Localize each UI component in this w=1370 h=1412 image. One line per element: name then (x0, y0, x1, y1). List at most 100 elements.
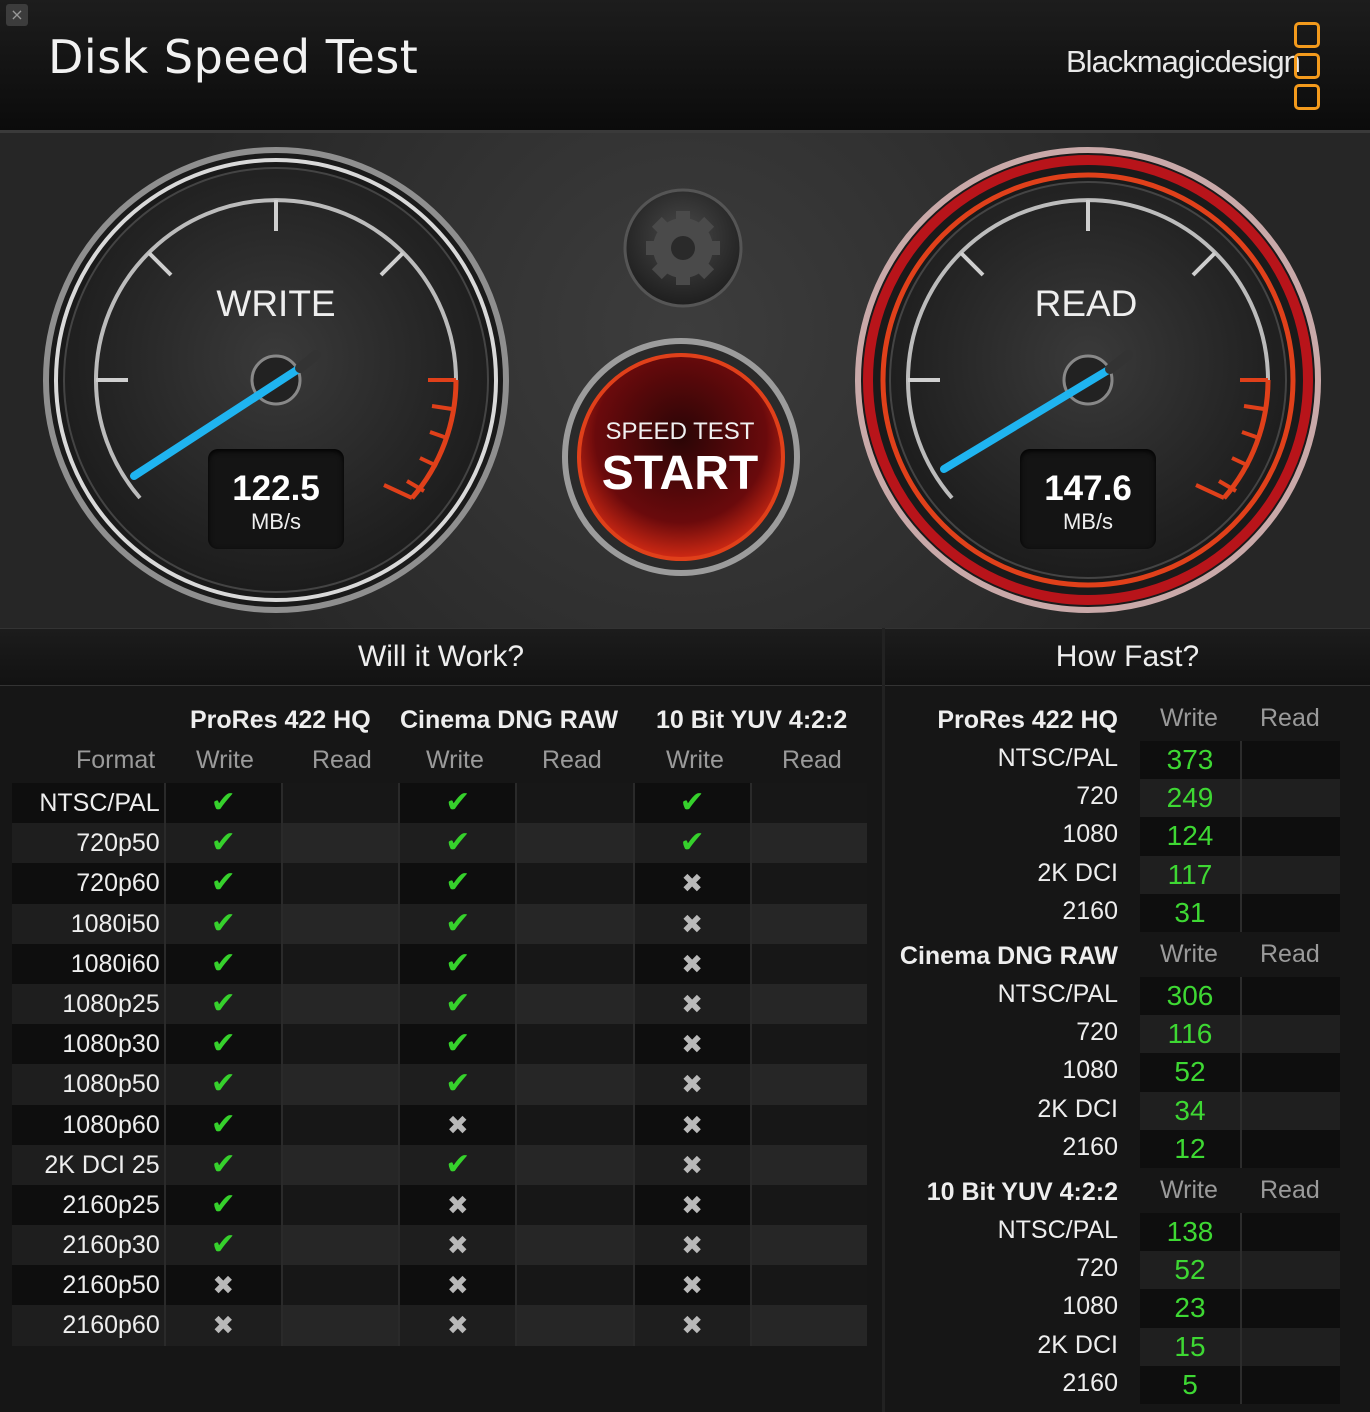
write-result-cell: ✖ (163, 1305, 281, 1346)
read-result-cell (280, 1064, 399, 1105)
read-result-cell (749, 983, 868, 1025)
how-fast-heading: How Fast? (885, 628, 1370, 686)
read-result-cell (515, 823, 633, 864)
cross-icon: ✖ (681, 989, 704, 1020)
brand-name: Blackmagicdesign (1066, 44, 1301, 79)
dng-read-header: Read (542, 746, 602, 774)
table-row: 2160p50 ✖ ✖ ✖ (12, 1265, 868, 1306)
table-row: 23 (1140, 1289, 1340, 1328)
write-result-cell: ✔ (163, 823, 281, 864)
start-button-label[interactable]: START (580, 446, 780, 501)
write-result-cell: ✔ (398, 783, 515, 824)
table-row: 138 (1140, 1213, 1340, 1252)
fps-write-value: 5 (1182, 1368, 1198, 1400)
format-label: 2160p50 (62, 1271, 160, 1300)
read-result-cell (515, 903, 633, 944)
table-row: 15 (1140, 1327, 1340, 1366)
format-label: 1080p60 (62, 1110, 160, 1139)
read-result-cell (280, 863, 399, 904)
title-bar: × Disk Speed Test Blackmagicdesign (0, 0, 1370, 133)
fps-read-value (1240, 1213, 1340, 1252)
resolution-label: 1080 (1062, 1056, 1118, 1085)
write-result-cell: ✖ (398, 1265, 515, 1306)
fps-read-value (1240, 855, 1340, 894)
table-row: 306 (1140, 977, 1340, 1016)
write-result-cell: ✔ (163, 903, 281, 944)
table-row: 2160p60 ✖ ✖ ✖ (12, 1305, 868, 1346)
checkmark-icon: ✔ (445, 785, 471, 820)
fps-write-value: 117 (1167, 858, 1213, 890)
checkmark-icon: ✔ (679, 785, 705, 820)
checkmark-icon: ✔ (445, 905, 471, 941)
format-column-header: Format (76, 746, 156, 774)
how-fast-codec-title: Cinema DNG RAW (899, 942, 1118, 970)
format-label: 1080i50 (70, 909, 160, 938)
fps-read-value (1240, 893, 1340, 932)
cross-icon: ✖ (446, 1110, 469, 1141)
write-result-cell: ✖ (632, 1024, 750, 1065)
write-result-cell: ✖ (632, 1305, 750, 1346)
resolution-label: 720 (1076, 1254, 1118, 1283)
write-result-cell: ✖ (632, 1225, 750, 1266)
table-row: 373 (1140, 741, 1340, 780)
how-fast-values: 306 116 52 34 12 (1140, 977, 1340, 1168)
resolution-label: 2K DCI (1037, 858, 1118, 887)
table-row: 1080p60 ✔ ✖ ✖ (12, 1104, 868, 1145)
cross-icon: ✖ (681, 1311, 704, 1342)
blackmagic-logo-icon (1294, 22, 1320, 110)
cross-icon: ✖ (681, 909, 704, 940)
read-result-cell (280, 823, 399, 864)
how-fast-values: 138 52 23 15 5 (1140, 1213, 1340, 1404)
fps-write-value: 15 (1174, 1330, 1206, 1362)
fps-read-value (1240, 741, 1340, 780)
write-result-cell: ✖ (632, 863, 750, 904)
fps-write-value: 23 (1174, 1292, 1206, 1324)
table-row: 1080p50 ✔ ✔ ✖ (12, 1064, 868, 1105)
read-result-cell (749, 1024, 868, 1065)
write-speed-readout: 122.5 MB/s (208, 449, 344, 549)
table-row: 34 (1140, 1091, 1340, 1130)
fps-read-value (1240, 1053, 1340, 1092)
how-fast-write-header: Write (1160, 940, 1218, 968)
table-row: 1080p30 ✔ ✔ ✖ (12, 1024, 868, 1065)
fps-write-value: 249 (1166, 782, 1214, 814)
read-result-cell (749, 1305, 868, 1346)
table-row: 5 (1140, 1365, 1340, 1404)
resolution-label: NTSC/PAL (997, 980, 1118, 1008)
read-result-cell (515, 1024, 633, 1065)
write-result-cell: ✖ (398, 1225, 515, 1266)
start-button-caption[interactable]: SPEED TEST (580, 418, 780, 446)
read-result-cell (749, 823, 868, 864)
table-row: 249 (1140, 779, 1340, 818)
how-fast-write-header: Write (1160, 704, 1218, 732)
checkmark-icon: ✔ (210, 1066, 236, 1102)
table-row: 117 (1140, 855, 1340, 894)
cross-icon: ✖ (681, 869, 704, 900)
cross-icon: ✖ (446, 1231, 469, 1262)
read-speed-unit: MB/s (1062, 509, 1114, 534)
cross-icon: ✖ (681, 1150, 704, 1181)
table-row: 52 (1140, 1251, 1340, 1290)
write-result-cell: ✔ (398, 983, 515, 1025)
checkmark-icon: ✔ (445, 1066, 471, 1102)
fps-read-value (1240, 817, 1340, 856)
format-label: 2160p30 (62, 1231, 160, 1260)
read-result-cell (515, 1064, 633, 1105)
how-fast-read-header: Read (1260, 704, 1320, 732)
table-row: 31 (1140, 893, 1340, 932)
table-row: 1080i50 ✔ ✔ ✖ (12, 903, 868, 944)
write-speed-value: 122.5 (232, 469, 320, 508)
resolution-label: 2K DCI (1037, 1094, 1118, 1123)
close-icon[interactable]: × (6, 4, 28, 26)
resolution-label: 1080 (1062, 820, 1118, 849)
read-result-cell (515, 1265, 633, 1306)
fps-read-value (1240, 1015, 1340, 1054)
cross-icon: ✖ (446, 1311, 469, 1342)
settings-gear-icon[interactable] (623, 188, 743, 308)
checkmark-icon: ✔ (210, 1106, 236, 1142)
read-result-cell (515, 983, 633, 1025)
write-result-cell: ✔ (632, 823, 750, 864)
write-result-cell: ✖ (632, 983, 750, 1025)
resolution-label: NTSC/PAL (997, 744, 1118, 772)
cross-icon: ✖ (681, 1231, 704, 1262)
